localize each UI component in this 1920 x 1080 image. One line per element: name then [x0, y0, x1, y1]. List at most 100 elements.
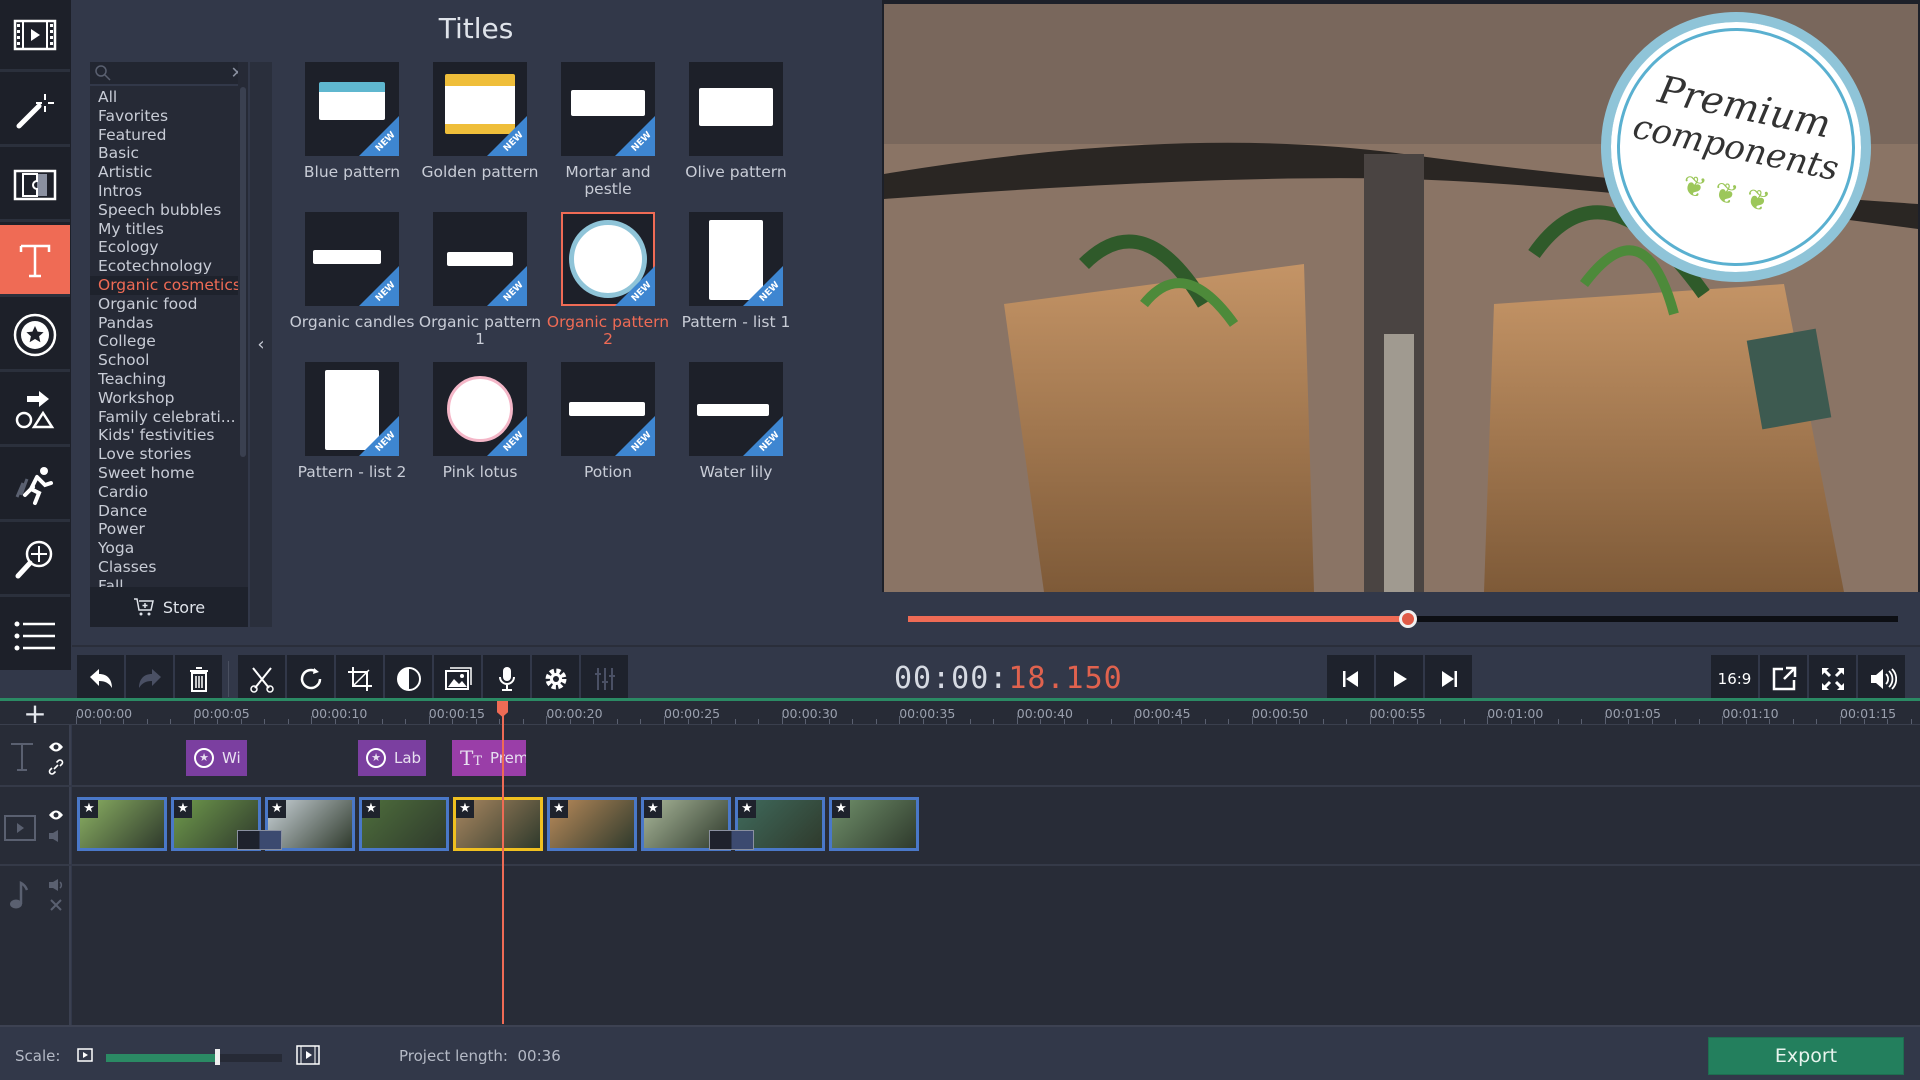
title-tile[interactable]: NEW Organic pattern 1	[416, 212, 544, 348]
category-item[interactable]: Organic food	[90, 295, 248, 314]
search-input[interactable]: ✕	[90, 62, 248, 86]
star-icon[interactable]: ★	[362, 800, 380, 818]
settings-button[interactable]	[532, 655, 579, 702]
color-adjust-button[interactable]	[385, 655, 432, 702]
eye-icon[interactable]	[48, 809, 64, 821]
undo-button[interactable]	[77, 655, 124, 702]
rail-more[interactable]	[0, 600, 70, 672]
star-icon[interactable]: ★	[644, 800, 662, 818]
category-item[interactable]: College	[90, 332, 248, 351]
category-item[interactable]: Organic cosmetics	[90, 275, 248, 295]
category-item[interactable]: Teaching	[90, 370, 248, 389]
rail-callouts[interactable]	[0, 375, 70, 447]
video-preview[interactable]: Premium components ❦ ❦ ❦	[882, 0, 1920, 592]
skip-forward-button[interactable]	[1425, 655, 1472, 702]
video-clip[interactable]: ★	[547, 797, 637, 851]
video-clip[interactable]: ★	[453, 797, 543, 851]
category-item[interactable]: Yoga	[90, 539, 248, 558]
zoom-out-film-icon[interactable]	[77, 1048, 93, 1062]
video-clip[interactable]: ★	[77, 797, 167, 851]
star-icon[interactable]: ★	[268, 800, 286, 818]
category-item[interactable]: Kids' festivities	[90, 426, 248, 445]
transition-marker[interactable]	[709, 830, 754, 850]
crop-button[interactable]	[336, 655, 383, 702]
equalizer-button[interactable]	[581, 655, 628, 702]
fullscreen-button[interactable]	[1809, 655, 1856, 702]
rail-transitions[interactable]	[0, 150, 70, 222]
title-tile[interactable]: NEW Pink lotus	[416, 362, 544, 481]
seek-handle[interactable]	[1398, 610, 1417, 628]
category-item[interactable]: Cardio	[90, 483, 248, 502]
cut-button[interactable]	[238, 655, 285, 702]
timeline-ruler[interactable]: 00:00:00 00:00:05 00:00:10 00:00:15 00:00:20…	[0, 701, 1920, 725]
video-clip[interactable]: ★	[359, 797, 449, 851]
scale-slider[interactable]	[106, 1049, 282, 1065]
skip-back-button[interactable]	[1327, 655, 1374, 702]
title-clip[interactable]: ★ Lab	[358, 740, 426, 776]
title-tile[interactable]: NEW Pattern - list 1	[672, 212, 800, 331]
audio-volume-icon[interactable]	[48, 878, 64, 892]
rail-zoom-pan[interactable]	[0, 525, 70, 597]
category-item[interactable]: Basic	[90, 144, 248, 163]
title-tile[interactable]: NEW Golden pattern	[416, 62, 544, 181]
export-button[interactable]: Export	[1708, 1037, 1904, 1075]
category-item[interactable]: All	[90, 88, 248, 107]
transition-marker[interactable]	[237, 830, 282, 850]
category-item[interactable]: Classes	[90, 558, 248, 577]
rail-animation[interactable]	[0, 450, 70, 522]
category-item[interactable]: Artistic	[90, 163, 248, 182]
star-icon[interactable]: ★	[80, 800, 98, 818]
rail-filters[interactable]	[0, 75, 70, 147]
star-icon[interactable]: ★	[550, 800, 568, 818]
category-item[interactable]: Sweet home	[90, 464, 248, 483]
star-icon[interactable]: ★	[832, 800, 850, 818]
rail-titles[interactable]	[0, 225, 70, 297]
play-button[interactable]	[1376, 655, 1423, 702]
unlink-icon[interactable]	[48, 897, 64, 913]
title-tile[interactable]: NEW Mortar and pestle	[544, 62, 672, 198]
title-tile[interactable]: NEW Organic candles	[288, 212, 416, 331]
playhead[interactable]	[502, 701, 504, 1024]
star-icon[interactable]: ★	[738, 800, 756, 818]
category-item[interactable]: School	[90, 351, 248, 370]
collapse-panel-button[interactable]: ‹	[250, 62, 272, 627]
category-item[interactable]: Ecotechnology	[90, 257, 248, 276]
title-tile[interactable]: Olive pattern	[672, 62, 800, 181]
category-item[interactable]: Speech bubbles	[90, 201, 248, 220]
overlay-button[interactable]	[434, 655, 481, 702]
category-item[interactable]: Pandas	[90, 314, 248, 333]
category-item[interactable]: Love stories	[90, 445, 248, 464]
category-item[interactable]: Dance	[90, 502, 248, 521]
rail-import[interactable]	[0, 0, 70, 72]
video-clip[interactable]: ★	[829, 797, 919, 851]
title-tile[interactable]: NEW Potion	[544, 362, 672, 481]
title-tile[interactable]: NEW Blue pattern	[288, 62, 416, 181]
title-clip[interactable]: ★ Wi	[186, 740, 247, 776]
category-item[interactable]: Favorites	[90, 107, 248, 126]
category-item[interactable]: Workshop	[90, 389, 248, 408]
delete-button[interactable]	[175, 655, 222, 702]
store-button[interactable]: Store	[90, 587, 248, 627]
category-item[interactable]: Power	[90, 520, 248, 539]
category-item[interactable]: Featured	[90, 126, 248, 145]
category-item[interactable]: Ecology	[90, 238, 248, 257]
title-tile[interactable]: NEW Organic pattern 2	[544, 212, 672, 348]
popout-preview-button[interactable]	[1760, 655, 1807, 702]
star-icon[interactable]: ★	[174, 800, 192, 818]
volume-button[interactable]	[1858, 655, 1905, 702]
aspect-ratio-button[interactable]: 16:9	[1711, 655, 1758, 702]
rail-stickers[interactable]	[0, 300, 70, 372]
link-icon[interactable]	[48, 759, 64, 775]
scale-slider-handle[interactable]	[214, 1049, 220, 1065]
title-clip[interactable]: TT Prem	[452, 740, 526, 776]
star-icon[interactable]: ★	[456, 800, 474, 818]
zoom-in-film-icon[interactable]	[296, 1045, 320, 1065]
title-tile[interactable]: NEW Water lily	[672, 362, 800, 481]
seek-bar[interactable]	[908, 610, 1898, 628]
record-voice-button[interactable]	[483, 655, 530, 702]
rotate-button[interactable]	[287, 655, 334, 702]
category-item[interactable]: Fall	[90, 577, 248, 587]
add-track-button[interactable]: +	[0, 697, 70, 730]
category-item[interactable]: My titles	[90, 220, 248, 239]
category-scrollbar[interactable]	[238, 62, 248, 587]
